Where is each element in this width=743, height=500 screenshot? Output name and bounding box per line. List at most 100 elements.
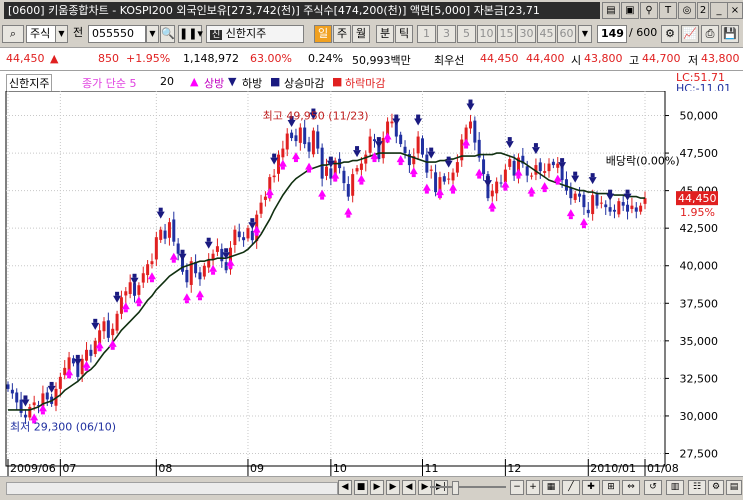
nav-button-4[interactable]: ◀ [402,480,416,495]
signal-up-stem [398,162,403,166]
signal-up-stem [581,225,586,229]
save-icon[interactable]: 💾 [721,25,739,43]
search-code-icon[interactable]: ⌕ [2,25,24,43]
current-price: 44,450 [6,52,45,65]
interval-button-5[interactable]: 5 [457,25,476,43]
y-tick-label: 37,500 [680,297,719,310]
zoom-slider-thumb[interactable] [452,481,459,495]
table-icon[interactable]: ☷ [688,480,706,495]
cross-icon[interactable]: ✚ [582,480,600,495]
chart-tool-icon[interactable]: ⚙ [661,25,679,43]
code-search-icon[interactable]: 🔍 [160,25,175,43]
candle-body [416,136,420,154]
prefix-label: 전 [72,26,84,39]
low-price: 43,800 [701,52,740,65]
signal-up-stem [555,181,560,185]
stock-name-field[interactable]: 신 신한지주 [206,25,304,43]
signal-up-stem [568,216,573,220]
period-tick-button[interactable]: 틱 [395,25,413,43]
candle-body [163,230,167,239]
candle-body [508,159,512,167]
split-icon[interactable]: ⊞ [602,480,620,495]
candle-body [612,209,616,212]
signal-down-stem [394,114,399,119]
signal-down-stem [355,146,360,151]
candle-body [259,202,263,214]
signal-up-stem [110,346,115,350]
candle-body [556,163,560,168]
reset-icon[interactable]: ↺ [644,480,662,495]
code-dropdown-icon[interactable]: ▼ [146,25,159,43]
layout-icon[interactable]: ▤ [726,480,742,495]
zoom-slider[interactable] [430,486,506,488]
candle-body [325,166,328,176]
title-bar: [0600] 키움종합차트 - KOSPI200 외국인보유[273,742(천… [0,0,743,22]
candle-body [538,162,542,172]
print-icon[interactable]: ⎙ [701,25,719,43]
window-copy-icon[interactable]: ▣ [621,2,639,19]
price-chart[interactable]: 27,500 30,000 32,500 35,000 37,500 40,000 42,5… [0,90,743,476]
signal-up-stem [464,145,469,149]
fit-icon[interactable]: ⇔ [622,480,640,495]
horizontal-scrollbar[interactable] [6,482,338,495]
candle-body [150,261,154,265]
window-link-icon[interactable]: ⚲ [640,2,658,19]
interval-button-60[interactable]: 60 [557,25,576,43]
interval-button-15[interactable]: 15 [497,25,516,43]
price-chart-svg[interactable]: 27,500 30,000 32,500 35,000 37,500 40,000 42,5… [0,90,743,476]
stock-code-input[interactable]: 055550 [88,25,146,43]
candle-body [154,237,158,260]
market-dropdown-icon[interactable]: ▼ [55,25,68,43]
candle-body [351,174,355,196]
x-tick-label: 10 [333,462,347,475]
window-option-icon[interactable]: ◎ [678,2,696,19]
signal-up-stem [451,190,456,194]
interval-dropdown-icon[interactable]: ▼ [578,25,592,43]
close-icon[interactable]: × [727,2,743,19]
line-icon[interactable]: ╱ [562,480,580,495]
bottom-scroll-bar: ◀■▶▶◀▶▶| − + ▦ ╱ ✚ ⊞ ⇔ ↺ ▥ ☷ ⚙ ▤ [0,476,743,500]
window-info-icon[interactable]: ▤ [602,2,620,19]
signal-down-stem [429,147,434,152]
period-week-button[interactable]: 주 [333,25,351,43]
settings-icon[interactable]: ⚙ [708,480,724,495]
signal-down-stem [132,273,137,278]
nav-button-3[interactable]: ▶ [386,480,400,495]
signal-down-stem [590,173,595,178]
mark-icon[interactable]: ▥ [666,480,684,495]
window-t-button[interactable]: T [659,2,677,19]
signal-down-stem [485,176,490,181]
period-minute-button[interactable]: 분 [376,25,394,43]
legend-stock-name[interactable]: 신한지주 [6,74,53,92]
candle-body [573,193,577,200]
nav-button-2[interactable]: ▶ [370,480,384,495]
signal-up-stem [40,411,45,415]
interval-button-3[interactable]: 3 [437,25,456,43]
period-day-button[interactable]: 일 [314,25,332,43]
signal-up-stem [136,303,141,307]
interval-button-30[interactable]: 30 [517,25,536,43]
candle-body [115,313,119,331]
trade-amount: 50,993백만 [352,54,411,67]
nav-button-1[interactable]: ■ [354,480,368,495]
signal-down-stem [507,137,512,142]
grid-icon[interactable]: ▦ [542,480,560,495]
candle-body [569,187,573,199]
zoom-out-icon[interactable]: − [510,480,524,495]
period-month-button[interactable]: 월 [352,25,370,43]
nav-button-0[interactable]: ◀ [338,480,352,495]
y-tick-label: 47,500 [680,147,719,160]
zoom-in-icon[interactable]: + [526,480,540,495]
pause-icon[interactable]: ❚❚▾ [178,25,203,43]
interval-button-1[interactable]: 1 [417,25,436,43]
interval-button-10[interactable]: 10 [477,25,496,43]
candle-body [442,176,446,182]
count-input[interactable]: 149 [597,25,627,43]
minimize-icon[interactable]: _ [710,2,728,19]
candle-body [503,169,507,183]
signal-up-stem [372,159,377,163]
legend-ma[interactable]: 종가 단순 5 [82,75,136,91]
chart-type-icon[interactable]: 📈 [681,25,699,43]
interval-button-45[interactable]: 45 [537,25,556,43]
candle-body [359,163,363,170]
